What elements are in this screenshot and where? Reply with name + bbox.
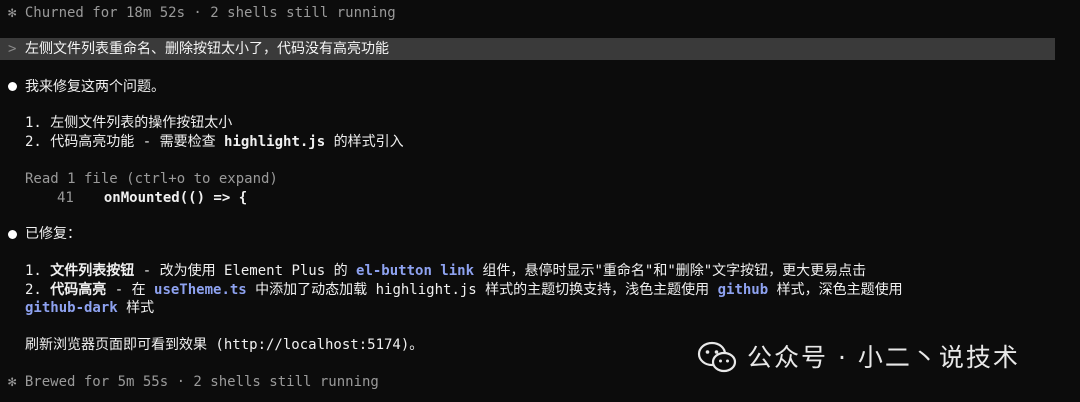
reply-item-2: 2. 代码高亮功能 - 需要检查 highlight.js 的样式引入 <box>25 134 404 150</box>
refresh-note: 刷新浏览器页面即可看到效果 (http://localhost:5174)。 <box>25 337 424 353</box>
user-prompt: > 左侧文件列表重命名、删除按钮太小了，代码没有高亮功能 <box>0 38 1055 60</box>
reply-item-1: 1. 左侧文件列表的操作按钮太小 <box>25 115 233 131</box>
prompt-caret: > <box>8 41 17 57</box>
fixed-item-2-wrap: github-dark 样式 <box>25 300 155 316</box>
line-code: onMounted(() => { <box>103 190 248 206</box>
fixed-intro: 已修复： <box>25 226 81 242</box>
fixed-item-2: 2. 代码高亮 - 在 useTheme.ts 中添加了动态加载 highlig… <box>25 282 903 298</box>
watermark-text: 公众号 · 小二丶说技术 <box>747 343 1020 372</box>
read-line: 41 onMounted(() => { <box>57 190 247 206</box>
status-brewed: ✻ Brewed for 5m 55s · 2 shells still run… <box>8 374 379 390</box>
wechat-icon <box>697 341 737 373</box>
bullet-icon <box>8 82 17 91</box>
bullet-icon <box>8 230 17 239</box>
terminal-window: ✻ Churned for 18m 52s · 2 shells still r… <box>0 0 1080 402</box>
prompt-text: 左侧文件列表重命名、删除按钮太小了，代码没有高亮功能 <box>25 41 389 57</box>
status-churned: ✻ Churned for 18m 52s · 2 shells still r… <box>8 5 396 21</box>
reply-intro: 我来修复这两个问题。 <box>25 79 165 95</box>
watermark: 公众号 · 小二丶说技术 <box>697 338 1020 378</box>
read-summary: Read 1 file (ctrl+o to expand) <box>25 171 278 187</box>
line-number: 41 <box>57 190 74 206</box>
fixed-item-1: 1. 文件列表按钮 - 改为使用 Element Plus 的 el-butto… <box>25 263 867 279</box>
